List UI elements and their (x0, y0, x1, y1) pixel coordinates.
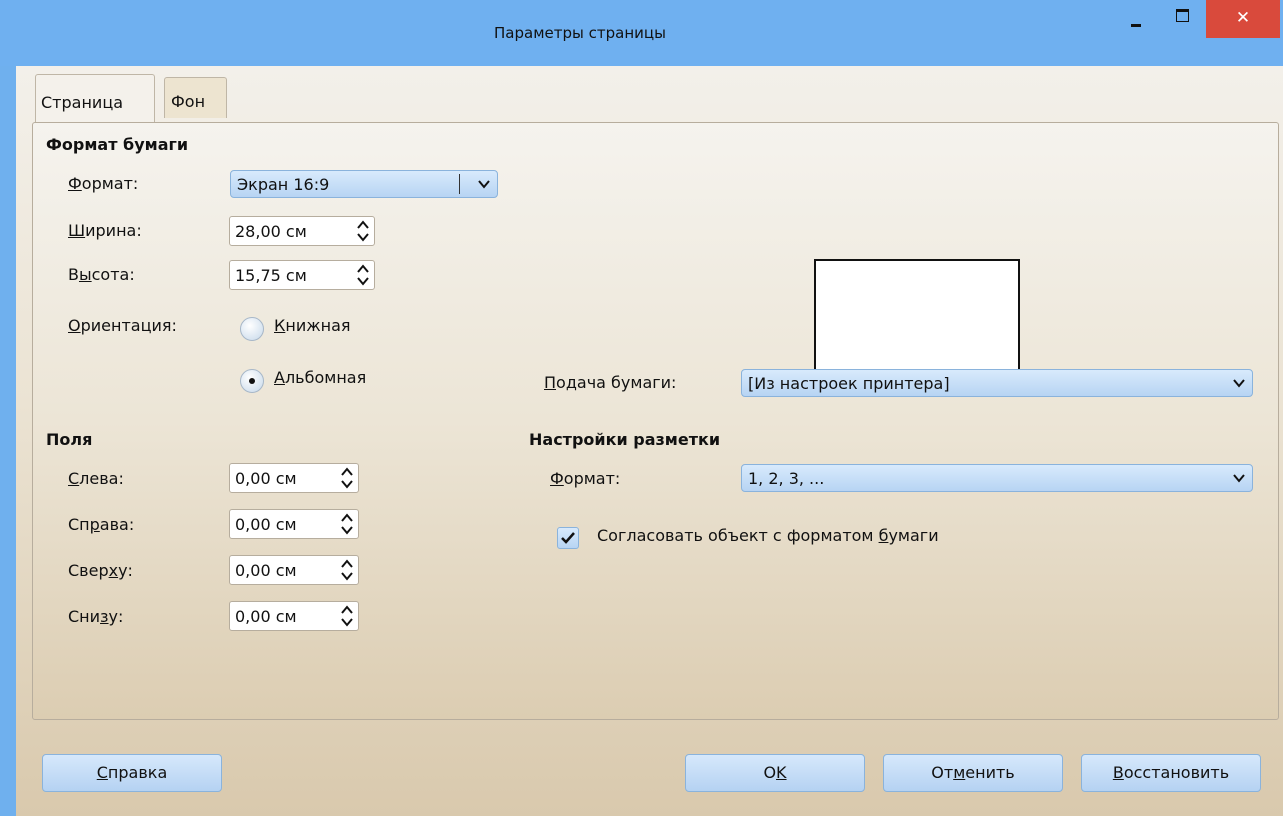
minimize-icon (1131, 24, 1141, 27)
format-label-text: ормат: (81, 174, 139, 193)
margin-right-label: Справа: (68, 515, 135, 534)
landscape-label[interactable]: Альбомная (274, 368, 366, 387)
tab-page-label: Страница (41, 93, 124, 112)
combo-separator (459, 174, 460, 194)
title-bar: Параметры страницы ✕ (0, 0, 1283, 66)
maximize-button[interactable] (1166, 0, 1200, 38)
landscape-radio[interactable] (240, 369, 264, 393)
paper-format-combo[interactable]: Экран 16:9 (230, 170, 498, 198)
paper-tray-combo[interactable]: [Из настроек принтера] (741, 369, 1253, 397)
minimize-button[interactable] (1122, 0, 1152, 38)
layout-format-value: 1, 2, 3, ... (748, 469, 825, 488)
layout-format-label: Формат: (550, 469, 621, 488)
layout-settings-heading: Настройки разметки (529, 430, 721, 449)
spin-arrows-icon (357, 264, 369, 286)
margin-bottom-value: 0,00 см (235, 607, 297, 626)
spin-arrows-icon (341, 559, 353, 581)
fit-object-label[interactable]: Согласовать объект с форматом бумаги (597, 526, 939, 545)
chevron-down-icon (1233, 379, 1245, 388)
tab-background-label: Фон (171, 92, 206, 111)
tab-page[interactable]: Страница (35, 74, 155, 122)
tab-background[interactable]: Фон (164, 77, 227, 118)
cancel-button-label: Отменить (931, 763, 1015, 782)
spin-arrows-icon (341, 605, 353, 627)
margin-left-spinner[interactable]: 0,00 см (229, 463, 359, 493)
margin-bottom-spinner[interactable]: 0,00 см (229, 601, 359, 631)
layout-format-combo[interactable]: 1, 2, 3, ... (741, 464, 1253, 492)
checkmark-icon (561, 532, 575, 544)
portrait-label[interactable]: Книжная (274, 316, 351, 335)
reset-button-label: Восстановить (1112, 763, 1230, 782)
page-preview (814, 259, 1020, 378)
paper-format-heading: Формат бумаги (46, 135, 189, 154)
page-setup-dialog: Страница Фон Формат бумаги Формат: Экран… (16, 66, 1283, 816)
radio-selected-dot (249, 378, 255, 384)
margin-top-value: 0,00 см (235, 561, 297, 580)
paper-format-value: Экран 16:9 (237, 175, 330, 194)
height-spinner[interactable]: 15,75 см (229, 260, 375, 290)
margin-left-label: Слева: (68, 469, 124, 488)
paper-tray-label: Подача бумаги: (544, 373, 677, 392)
margins-heading: Поля (46, 430, 93, 449)
help-button-label: Справка (96, 763, 168, 782)
height-label: Высота: (68, 265, 135, 284)
maximize-icon (1176, 9, 1189, 22)
help-button[interactable]: Справка (42, 754, 222, 792)
width-spinner[interactable]: 28,00 см (229, 216, 375, 246)
reset-button[interactable]: Восстановить (1081, 754, 1261, 792)
margin-bottom-label: Снизу: (68, 607, 124, 626)
close-button[interactable]: ✕ (1206, 0, 1280, 38)
cancel-button[interactable]: Отменить (883, 754, 1063, 792)
orientation-label: Ориентация: (68, 316, 177, 335)
width-label: Ширина: (68, 221, 142, 240)
tab-panel: Формат бумаги Формат: Экран 16:9 Ширина:… (32, 122, 1279, 720)
paper-tray-value: [Из настроек принтера] (748, 374, 950, 393)
portrait-radio[interactable] (240, 317, 264, 341)
ok-button[interactable]: OK (685, 754, 865, 792)
width-value: 28,00 см (235, 222, 307, 241)
fit-object-checkbox[interactable] (557, 527, 579, 549)
close-icon: ✕ (1235, 8, 1251, 28)
height-value: 15,75 см (235, 266, 307, 285)
format-label: Формат: (68, 174, 139, 193)
margin-top-label: Сверху: (68, 561, 133, 580)
spin-arrows-icon (341, 513, 353, 535)
spin-arrows-icon (341, 467, 353, 489)
ok-button-label: OK (763, 763, 787, 782)
chevron-down-icon (478, 180, 490, 189)
margin-right-spinner[interactable]: 0,00 см (229, 509, 359, 539)
margin-right-value: 0,00 см (235, 515, 297, 534)
spin-arrows-icon (357, 220, 369, 242)
margin-left-value: 0,00 см (235, 469, 297, 488)
window-title: Параметры страницы (494, 24, 666, 42)
chevron-down-icon (1233, 474, 1245, 483)
margin-top-spinner[interactable]: 0,00 см (229, 555, 359, 585)
